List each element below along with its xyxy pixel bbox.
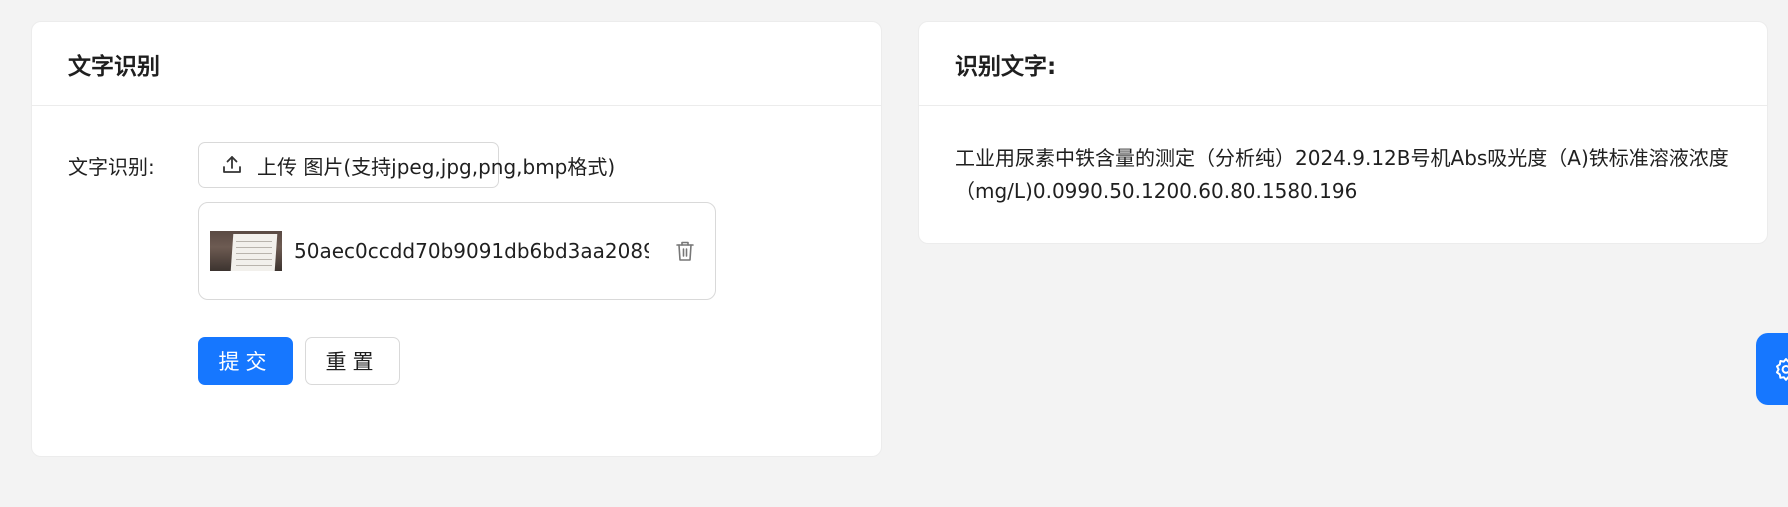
upload-field-label: 文字识别:: [68, 155, 155, 179]
trash-icon[interactable]: [674, 239, 696, 263]
ocr-result-card: 识别文字: 工业用尿素中铁含量的测定（分析纯）2024.9.12B号机Abs吸光…: [918, 21, 1768, 244]
upload-button-label: 上传 图片(支持jpeg,jpg,png,bmp格式): [257, 154, 616, 179]
recognized-text: 工业用尿素中铁含量的测定（分析纯）2024.9.12B号机Abs吸光度（A)铁标…: [955, 146, 1729, 203]
ocr-form-card: 文字识别 文字识别: 上传 图片(支持jpeg,jpg,png,bmp格式) 5…: [31, 21, 882, 457]
gear-icon: [1774, 357, 1788, 381]
reset-button[interactable]: 重置: [305, 337, 400, 385]
ocr-form-title: 文字识别: [32, 22, 881, 106]
floating-settings-button[interactable]: [1756, 333, 1788, 405]
upload-icon: [221, 154, 243, 176]
upload-image-button[interactable]: 上传 图片(支持jpeg,jpg,png,bmp格式): [198, 142, 615, 188]
file-thumbnail[interactable]: [210, 231, 282, 271]
submit-button[interactable]: 提交: [198, 337, 293, 385]
page: 文字识别 文字识别: 上传 图片(支持jpeg,jpg,png,bmp格式) 5…: [0, 0, 1788, 507]
ocr-result-title: 识别文字:: [919, 22, 1767, 106]
uploaded-file-item: 50aec0ccdd70b9091db6bd3aa2089e...: [198, 202, 716, 300]
file-name[interactable]: 50aec0ccdd70b9091db6bd3aa2089e...: [294, 239, 649, 263]
